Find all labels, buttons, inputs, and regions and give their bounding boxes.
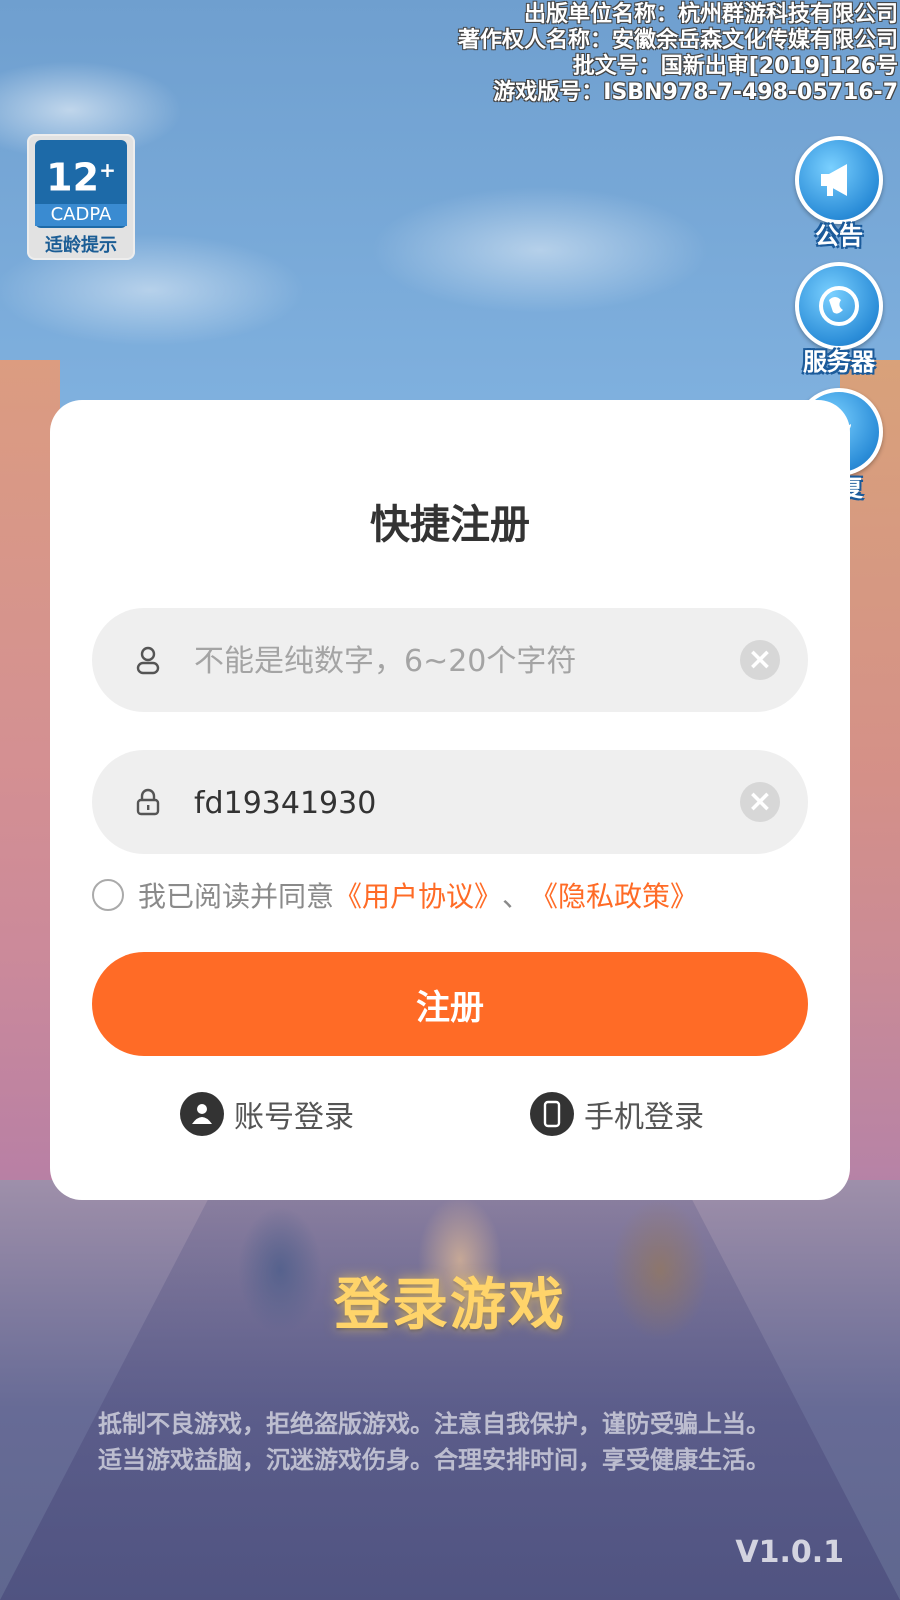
account-icon	[180, 1092, 224, 1136]
register-button[interactable]: 注册	[92, 952, 808, 1056]
announcement-label: 公告	[815, 222, 863, 250]
megaphone-icon	[795, 136, 883, 224]
publisher-info: 出版单位名称：杭州群游科技有限公司 著作权人名称：安徽余岳森文化传媒有限公司 批…	[458, 2, 898, 106]
username-input[interactable]	[192, 636, 718, 686]
agree-separator: 、	[502, 880, 531, 913]
age-plus: +	[99, 158, 116, 182]
privacy-policy-link[interactable]: 《隐私政策》	[530, 875, 698, 915]
register-dialog: 快捷注册 × × 我已阅读并同意 《用户协议》 、 《隐私政策》 注册 账号登录…	[50, 400, 850, 1200]
globe-icon	[795, 262, 883, 350]
clear-icon[interactable]: ×	[740, 782, 780, 822]
agreement-row: 我已阅读并同意 《用户协议》 、 《隐私政策》	[92, 875, 698, 915]
version-label: V1.0.1	[735, 1535, 844, 1570]
phone-login-label: 手机登录	[584, 1100, 704, 1135]
age-number: 12	[46, 155, 100, 200]
publisher-line: 出版单位名称：杭州群游科技有限公司	[523, 2, 898, 27]
cadpa-label: CADPA	[35, 203, 127, 226]
account-login-label: 账号登录	[234, 1100, 354, 1135]
age-hint-label: 适龄提示	[45, 235, 117, 256]
announcement-button[interactable]: 公告	[794, 136, 884, 250]
clear-icon[interactable]: ×	[740, 640, 780, 680]
health-notice: 抵制不良游戏，拒绝盗版游戏。注意自我保护，谨防受骗上当。 适当游戏益脑，沉迷游戏…	[98, 1406, 802, 1478]
dialog-title: 快捷注册	[370, 502, 530, 548]
phone-login-button[interactable]: 手机登录	[530, 1090, 704, 1138]
account-login-button[interactable]: 账号登录	[180, 1090, 354, 1138]
agree-text: 我已阅读并同意	[138, 880, 335, 913]
username-field[interactable]: ×	[92, 608, 808, 712]
server-button[interactable]: 服务器	[794, 262, 884, 376]
isbn-line: 游戏版号：ISBN978-7-498-05716-7	[493, 80, 898, 105]
age-rating-badge[interactable]: 12+ CADPA 适龄提示	[27, 134, 135, 260]
lock-icon	[132, 786, 164, 818]
phone-icon	[530, 1092, 574, 1136]
login-game-title[interactable]: 登录游戏	[0, 1260, 900, 1341]
user-icon	[132, 644, 164, 676]
approval-line: 批文号：国新出审[2019]126号	[572, 54, 898, 79]
password-field[interactable]: ×	[92, 750, 808, 854]
agree-checkbox[interactable]	[92, 879, 124, 911]
notice-line-1: 抵制不良游戏，拒绝盗版游戏。注意自我保护，谨防受骗上当。	[98, 1410, 770, 1438]
age-rating-panel: 12+ CADPA	[35, 140, 127, 228]
user-agreement-link[interactable]: 《用户协议》	[334, 875, 502, 915]
server-label: 服务器	[803, 348, 875, 376]
notice-line-2: 适当游戏益脑，沉迷游戏伤身。合理安排时间，享受健康生活。	[98, 1446, 770, 1474]
password-input[interactable]	[192, 778, 718, 828]
copyright-line: 著作权人名称：安徽余岳森文化传媒有限公司	[457, 28, 898, 53]
